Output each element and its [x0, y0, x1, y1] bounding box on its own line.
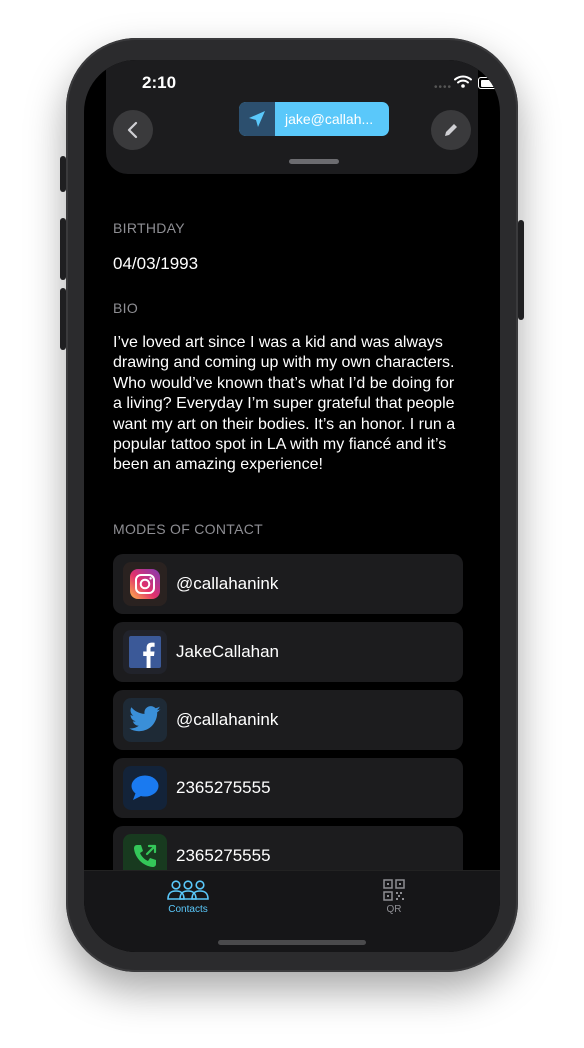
signal-dots: ••••: [434, 82, 453, 93]
volume-up-button: [60, 218, 66, 280]
contact-value: 2365275555: [176, 846, 271, 865]
screen: 2:10 •••• jake@callah... BIRTHDAY 04/03/…: [84, 60, 500, 952]
header: 2:10 •••• jake@callah...: [106, 60, 500, 174]
contact-value: @callahanink: [176, 574, 279, 593]
home-indicator[interactable]: [218, 940, 366, 945]
twitter-icon: [123, 698, 167, 742]
send-email-pill[interactable]: jake@callah...: [239, 102, 389, 136]
edit-button[interactable]: [431, 110, 471, 150]
contact-twitter[interactable]: @callahanink: [113, 690, 463, 750]
power-button: [518, 220, 524, 320]
qr-code-icon: [383, 879, 405, 901]
contact-value: JakeCallahan: [176, 642, 280, 661]
status-time: 2:10: [142, 73, 177, 92]
tab-qr-label: QR: [386, 904, 402, 915]
contact-value: 2365275555: [176, 778, 271, 797]
birthday-label: BIRTHDAY: [113, 220, 185, 236]
tab-qr[interactable]: QR: [383, 879, 405, 915]
contact-value: @callahanink: [176, 710, 279, 729]
people-icon: [167, 880, 209, 900]
birthday-value: 04/03/1993: [113, 254, 199, 273]
chevron-left-icon: [127, 121, 138, 139]
back-button[interactable]: [113, 110, 153, 150]
email-label: jake@callah...: [285, 111, 374, 127]
contact-facebook[interactable]: JakeCallahan: [113, 622, 463, 682]
instagram-icon: [123, 562, 167, 606]
facebook-icon: [123, 630, 167, 674]
mute-switch: [60, 156, 66, 192]
wifi-icon: [454, 75, 472, 88]
volume-down-button: [60, 288, 66, 350]
bio-text: I’ve loved art since I was a kid and was…: [113, 334, 456, 474]
contact-instagram[interactable]: @callahanink: [113, 554, 463, 614]
tab-contacts[interactable]: Contacts: [166, 879, 210, 915]
tab-contacts-label: Contacts: [168, 904, 208, 915]
modes-of-contact-label: MODES OF CONTACT: [113, 521, 263, 537]
send-icon: [239, 102, 275, 136]
battery-icon: [478, 77, 500, 89]
pencil-icon: [445, 124, 457, 136]
drag-handle[interactable]: [289, 159, 339, 164]
bio-label: BIO: [113, 300, 139, 316]
contact-message[interactable]: 2365275555: [113, 758, 463, 818]
message-icon: [123, 766, 167, 810]
